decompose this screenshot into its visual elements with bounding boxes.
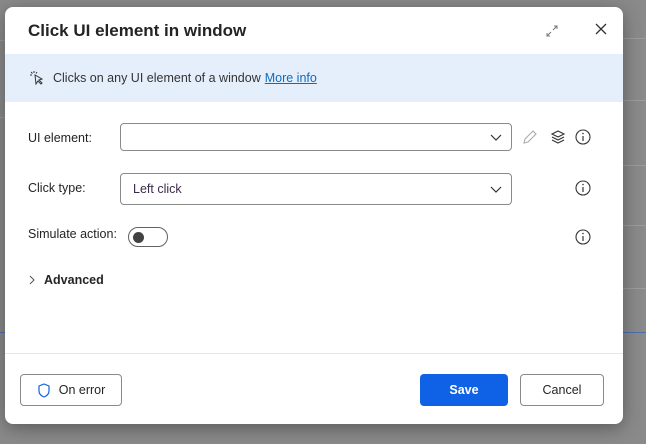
advanced-expander[interactable]: Advanced [28,273,104,287]
expand-icon[interactable] [545,24,559,38]
dialog-title: Click UI element in window [28,21,247,40]
background-divider [623,225,646,226]
click-type-value: Left click [133,182,182,196]
more-info-link[interactable]: More info [265,71,317,85]
banner-text: Clicks on any UI element of a window [53,71,261,85]
shield-icon [38,382,50,398]
background-divider [623,332,646,333]
layers-icon[interactable] [549,128,567,146]
click-cursor-icon [30,71,44,86]
info-banner: Clicks on any UI element of a window Mor… [5,54,623,102]
cancel-button[interactable]: Cancel [520,374,604,406]
close-icon[interactable] [591,19,611,39]
simulate-action-label: Simulate action: [28,227,117,241]
click-type-select[interactable]: Left click [120,173,512,205]
ui-element-label: UI element: [28,131,92,145]
chevron-down-icon [490,134,502,141]
chevron-down-icon [490,186,502,193]
simulate-action-toggle[interactable] [128,227,168,247]
footer-divider [5,353,623,354]
info-icon[interactable] [574,228,592,246]
advanced-label: Advanced [44,273,104,287]
save-button[interactable]: Save [420,374,508,406]
on-error-label: On error [58,383,106,397]
pencil-icon[interactable] [521,128,539,146]
on-error-button[interactable]: On error [20,374,122,406]
background-divider [623,165,646,166]
background-divider [623,288,646,289]
background-divider [623,100,646,101]
chevron-right-icon [29,275,35,285]
click-ui-element-dialog: Click UI element in window Clicks on any… [5,7,623,424]
background-divider [623,38,646,39]
click-type-label: Click type: [28,181,86,195]
info-icon[interactable] [574,128,592,146]
toggle-knob [133,232,144,243]
info-icon[interactable] [574,179,592,197]
ui-element-select[interactable] [120,123,512,151]
